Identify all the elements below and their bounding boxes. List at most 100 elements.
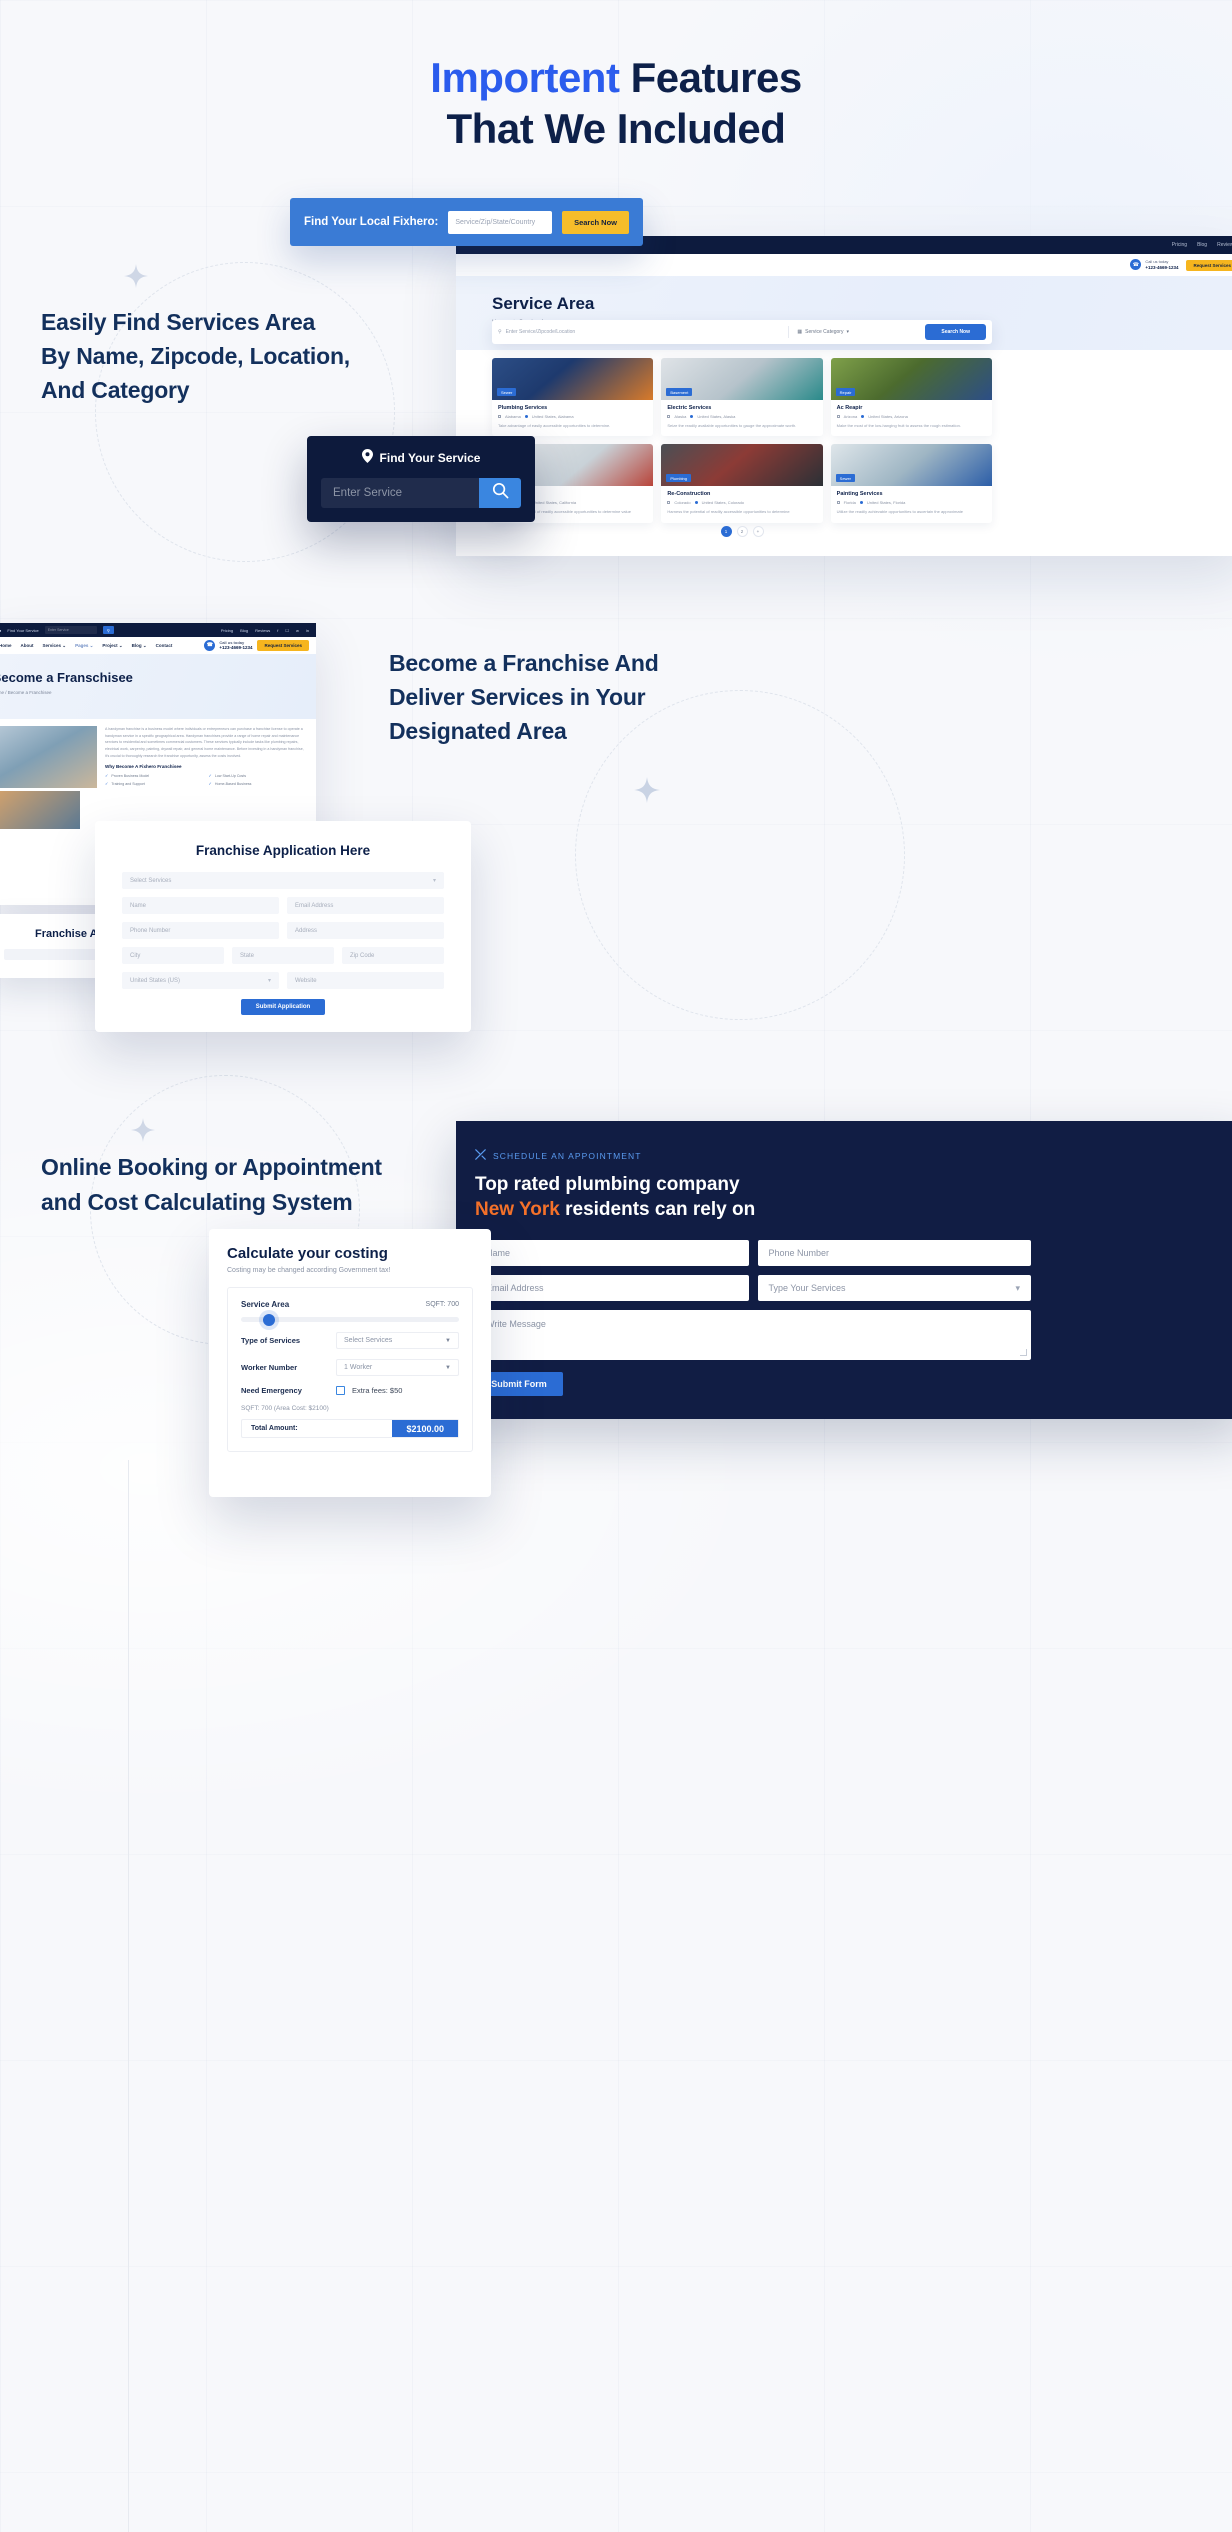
country-select[interactable]: United States (US) ▾ <box>122 972 279 989</box>
chevron-down-icon: ▾ <box>1015 1282 1020 1293</box>
city-placeholder: City <box>130 952 141 959</box>
appointment-message-textarea[interactable]: Write Message <box>475 1310 1031 1361</box>
pagination-item[interactable]: 1 <box>720 526 732 537</box>
nav-item-services[interactable]: Services ⌄ <box>43 643 67 649</box>
select-services-field[interactable]: Select Services ▾ <box>122 872 444 889</box>
nav-item-pages[interactable]: Pages ⌄ <box>75 643 93 649</box>
service-area-screenshot: Pricing Blog Reviews ☎ Call us today +12… <box>456 236 1232 556</box>
topnav-pricing[interactable]: Pricing <box>1172 242 1187 248</box>
findbar-search-button[interactable]: Search Now <box>562 210 629 234</box>
services-placeholder: Type Your Services <box>768 1283 846 1294</box>
screenshot-hero: Become a Franschisee Home / Become a Fra… <box>0 654 316 719</box>
sparkle-icon <box>124 264 148 288</box>
service-card-body: Painting Services Florida United States, F… <box>831 486 992 522</box>
findbar-input[interactable]: Service/Zip/State/Country <box>448 210 553 234</box>
service-category-select[interactable]: ▦ Service Category ▾ <box>797 329 917 335</box>
cost-calculator-card: Calculate your costing Costing may be ch… <box>209 1229 491 1497</box>
name-field[interactable]: Name <box>122 897 279 914</box>
service-card-region: Colorado <box>674 500 691 506</box>
city-field[interactable]: City <box>122 947 224 964</box>
service-card[interactable]: Plumbing Re-Construction Colorado United St… <box>661 444 823 523</box>
request-services-button[interactable]: Request Services <box>1186 259 1232 271</box>
topbar-search-placeholder: Enter Service <box>47 628 69 632</box>
appointment-services-select[interactable]: Type Your Services ▾ <box>757 1275 1031 1302</box>
service-card-title: Electric Services <box>667 405 712 411</box>
email-placeholder: Email Address <box>295 902 334 909</box>
website-field[interactable]: Website <box>287 972 444 989</box>
topbar-right: Pricing Blog Reviews f ☐ w in <box>221 628 309 633</box>
service-card-title: Re-Construction <box>667 491 711 498</box>
facebook-icon[interactable]: f <box>277 628 278 633</box>
form-row: City State Zip Code <box>122 947 444 964</box>
enter-service-input[interactable]: Enter Service <box>321 478 479 508</box>
appointment-title-highlight: New York <box>475 1199 560 1221</box>
state-field[interactable]: State <box>232 947 334 964</box>
type-of-services-value: Select Services <box>344 1337 393 1344</box>
appointment-name-field[interactable]: Name <box>475 1240 749 1267</box>
phone-field[interactable]: Phone Number <box>122 922 279 939</box>
type-of-services-select[interactable]: Select Services ▼ <box>336 1332 459 1349</box>
service-card-tag: Sewer <box>497 388 517 396</box>
service-card-region: Arizona <box>843 414 858 419</box>
enter-service-placeholder: Enter Service <box>333 487 403 499</box>
service-card-body: Plumbing Services Alabama United States, A… <box>492 400 653 436</box>
worker-number-select[interactable]: 1 Worker ▼ <box>336 1359 459 1376</box>
page-title-rest: Features <box>619 54 803 101</box>
service-card[interactable]: Sewer Painting Services Florida United Stat… <box>830 444 992 523</box>
request-services-button[interactable]: Request Services <box>257 639 309 651</box>
search-icon[interactable]: ⚲ <box>102 626 114 634</box>
region-icon <box>836 415 840 418</box>
topnav-pricing[interactable]: Pricing <box>221 628 233 633</box>
appointment-phone-field[interactable]: Phone Number <box>757 1240 1031 1267</box>
emergency-extra-fees-label: Extra fees: $50 <box>352 1386 403 1395</box>
slider-knob[interactable] <box>263 1313 276 1326</box>
pagination-item[interactable]: 2 <box>736 526 748 537</box>
service-card-body: Electric Services Alaska United States, Al… <box>661 400 822 436</box>
twitter-icon[interactable]: w <box>296 628 299 633</box>
phone-icon: ☎ <box>204 639 216 651</box>
calculator-subtitle: Costing may be changed according Governm… <box>227 1267 391 1274</box>
call-text: Call us today +123-4669-1234 <box>1145 259 1178 270</box>
worker-number-label: Worker Number <box>241 1363 298 1372</box>
linkedin-icon[interactable]: in <box>306 628 309 633</box>
need-emergency-row: Need Emergency Extra fees: $50 <box>241 1386 459 1395</box>
service-card[interactable]: Sewer Plumbing Services Alabama United Stat… <box>492 358 654 437</box>
instagram-icon[interactable]: ☐ <box>285 628 289 633</box>
service-area-slider[interactable] <box>241 1313 459 1326</box>
call-text: Call us today +123-4669-1234 <box>219 640 252 651</box>
sqft-readout: SQFT: 700 <box>425 1301 459 1308</box>
service-card[interactable]: Basement Electric Services Alaska United St… <box>661 358 823 437</box>
topnav-reviews[interactable]: Reviews <box>255 628 270 633</box>
pagination-item[interactable]: + <box>752 526 764 537</box>
service-card-title: Plumbing Services <box>498 405 548 411</box>
service-card[interactable]: Repair Ac Reapir Arizona United States, Ari… <box>830 358 992 437</box>
franchise-application-form: Franchise Application Here Select Servic… <box>95 821 471 1032</box>
appointment-kicker: SCHEDULE AN APPOINTMENT <box>475 1149 1232 1162</box>
appointment-address-field[interactable]: Email Address <box>475 1275 749 1302</box>
nav-item-home[interactable]: Home <box>0 643 12 648</box>
search-button[interactable] <box>479 478 521 508</box>
call-label: Call us today <box>1145 259 1169 265</box>
find-your-service-card: Find Your Service Enter Service <box>307 436 535 522</box>
zip-field[interactable]: Zip Code <box>342 947 444 964</box>
nav-item-contact[interactable]: Contact <box>156 643 173 648</box>
service-card-tag: Plumbing <box>666 474 692 483</box>
nav-item-project[interactable]: Project ⌄ <box>102 643 122 649</box>
email-field[interactable]: Email Address <box>287 897 444 914</box>
address-field[interactable]: Address <box>287 922 444 939</box>
address-placeholder: Email Address <box>486 1283 544 1294</box>
topbar-search-input[interactable]: Enter Service <box>44 626 97 634</box>
nav-item-about[interactable]: About <box>21 643 34 648</box>
franchise-content: A handyman franchise is a business model… <box>0 719 316 829</box>
nav-item-blog[interactable]: Blog ⌄ <box>132 643 147 649</box>
submit-application-button[interactable]: Submit Application <box>241 999 325 1015</box>
emergency-checkbox[interactable] <box>336 1386 345 1395</box>
topnav-reviews[interactable]: Reviews <box>1217 242 1232 248</box>
topnav-blog[interactable]: Blog <box>1197 242 1207 248</box>
franchise-feature-item: ✓ Home-Based Business <box>209 781 307 786</box>
service-search-input[interactable]: ⚲ Enter Service/Zipcode/Location <box>498 329 780 335</box>
topnav-blog[interactable]: Blog <box>240 628 248 633</box>
navbar-right: ☎ Call us today +123-4669-1234 Request S… <box>204 640 309 651</box>
service-card-title: Painting Services <box>836 491 883 498</box>
search-now-button[interactable]: Search Now <box>925 324 986 340</box>
